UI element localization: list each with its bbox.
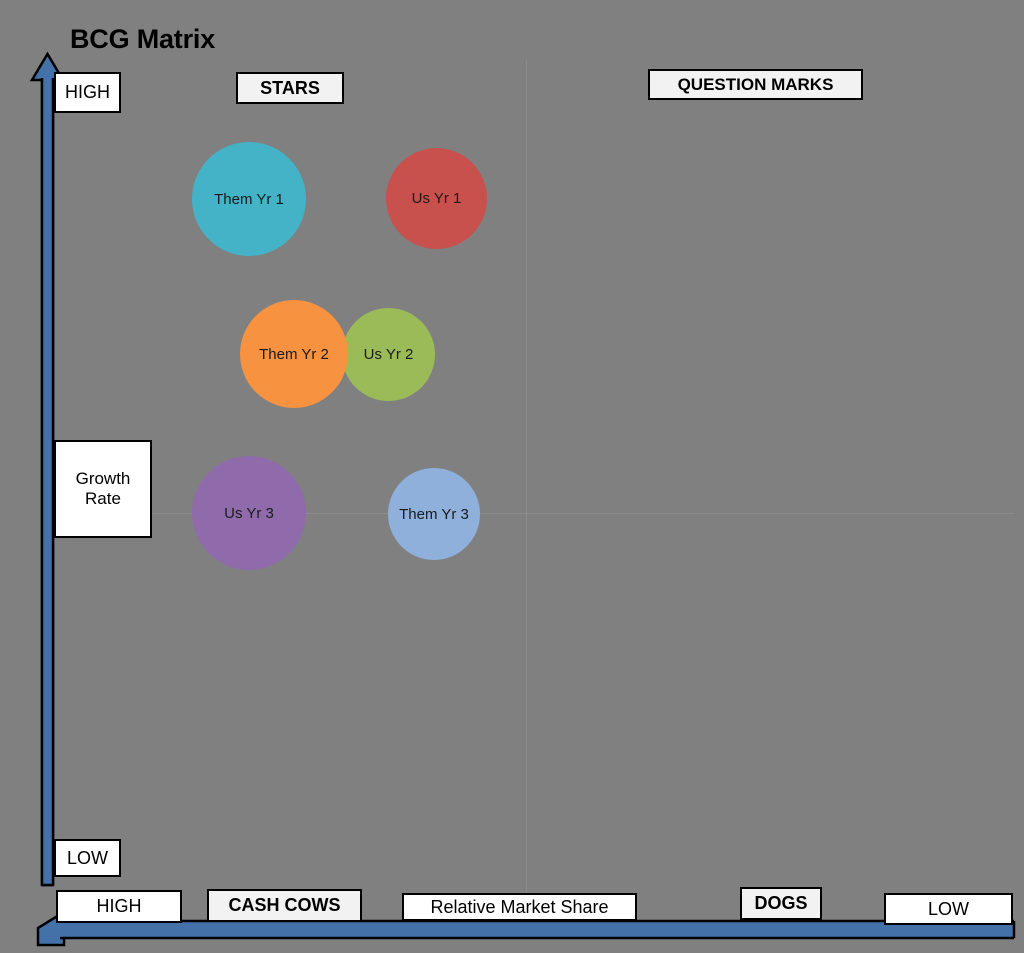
bubble-them-yr-3[interactable]: Them Yr 3: [388, 468, 480, 560]
y-axis-high-label-text: HIGH: [65, 82, 110, 103]
bcg-matrix-chart: BCG Matrix STARS QUESTION MARKS CASH COW…: [0, 0, 1024, 953]
quadrant-label-question-marks: QUESTION MARKS: [648, 69, 863, 100]
bubble-us-yr-2[interactable]: Us Yr 2: [342, 308, 435, 401]
x-axis-high-label-text: HIGH: [96, 896, 142, 917]
gridline-vertical: [526, 60, 527, 930]
y-axis-title-text: Growth Rate: [75, 469, 131, 508]
x-axis-low-label-text: LOW: [927, 898, 969, 919]
y-axis-title: Growth Rate: [54, 440, 152, 538]
bubble-them-yr-1[interactable]: Them Yr 1: [192, 142, 306, 256]
bubble-label: Them Yr 3: [399, 505, 469, 523]
quadrant-label-cash-cows: CASH COWS: [207, 889, 362, 922]
quadrant-label-dogs-text: DOGS: [754, 893, 808, 914]
bubble-them-yr-2[interactable]: Them Yr 2: [240, 300, 348, 408]
x-axis-low-label: LOW: [884, 893, 1013, 925]
y-axis-low-label: LOW: [54, 839, 121, 877]
quadrant-label-stars: STARS: [236, 72, 344, 104]
quadrant-label-stars-text: STARS: [260, 77, 320, 98]
x-axis-title-text: Relative Market Share: [430, 896, 609, 917]
y-axis-low-label-text: LOW: [66, 847, 108, 868]
x-axis-title: Relative Market Share: [402, 893, 637, 921]
quadrant-label-cash-cows-text: CASH COWS: [228, 895, 341, 916]
bubble-label: Them Yr 2: [259, 345, 329, 363]
bubble-label: Them Yr 1: [214, 190, 284, 208]
bubble-label: Us Yr 1: [411, 190, 462, 207]
bubble-us-yr-3[interactable]: Us Yr 3: [192, 456, 306, 570]
quadrant-label-question-marks-text: QUESTION MARKS: [677, 74, 834, 94]
chart-title: BCG Matrix: [70, 24, 216, 54]
bubble-label: Us Yr 3: [224, 504, 274, 522]
x-axis-high-label: HIGH: [56, 890, 182, 923]
quadrant-label-dogs: DOGS: [740, 887, 822, 920]
bubble-us-yr-1[interactable]: Us Yr 1: [386, 148, 487, 249]
axis-arrows: [29, 51, 1016, 947]
y-axis-high-label: HIGH: [54, 72, 121, 113]
bubble-label: Us Yr 2: [363, 346, 414, 363]
